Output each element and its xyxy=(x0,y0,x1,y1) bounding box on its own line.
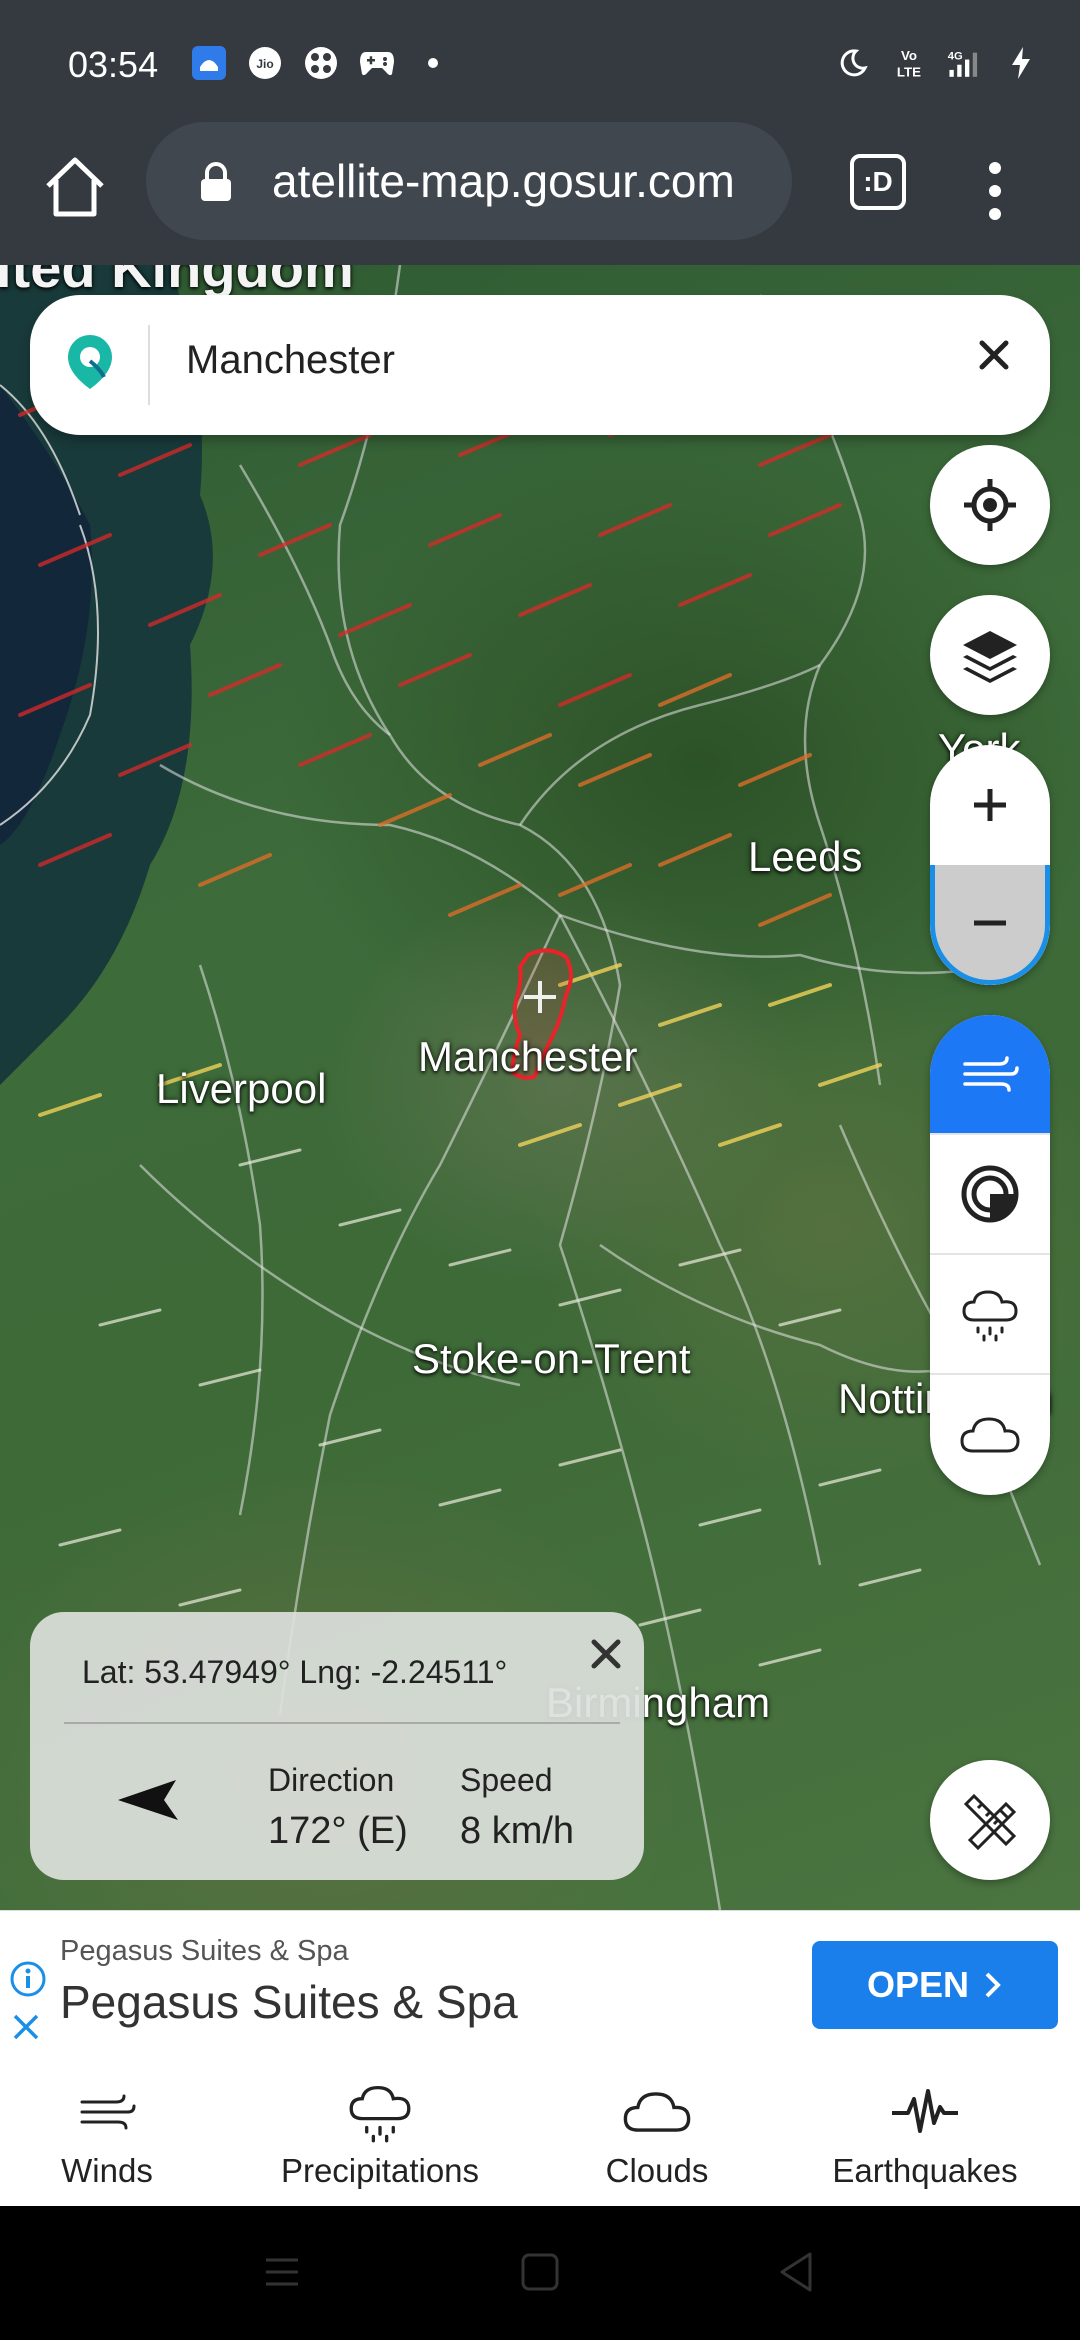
map-layers-button[interactable] xyxy=(930,595,1050,715)
map-label-stoke: Stoke-on-Trent xyxy=(412,1335,691,1382)
layers-icon xyxy=(963,631,1017,683)
wind-layer-button[interactable] xyxy=(930,1015,1050,1135)
wind-icon xyxy=(963,1056,1019,1092)
zoom-in-button[interactable] xyxy=(930,745,1050,865)
home-button[interactable] xyxy=(40,152,110,222)
browser-menu-button[interactable] xyxy=(980,156,1010,226)
zoom-controls xyxy=(930,745,1050,985)
coordinates-text: Lat: 53.47949° Lng: -2.24511° xyxy=(82,1654,508,1690)
ad-banner[interactable]: Pegasus Suites & Spa Pegasus Suites & Sp… xyxy=(0,1910,1080,2058)
precipitation-layer-button[interactable] xyxy=(930,1255,1050,1375)
search-input[interactable] xyxy=(186,325,966,395)
radar-layer-button[interactable] xyxy=(930,1135,1050,1255)
info-separator xyxy=(64,1722,620,1724)
seismograph-icon xyxy=(890,2082,960,2142)
ad-subtitle: Pegasus Suites & Spa xyxy=(60,1935,349,1967)
cloud-layer-button[interactable] xyxy=(930,1375,1050,1495)
status-time: 03:54 xyxy=(68,44,159,85)
back-triangle-icon xyxy=(780,2252,812,2292)
moon-icon xyxy=(834,44,872,82)
game-center-icon xyxy=(302,44,340,82)
tab-earthquakes-label: Earthquakes xyxy=(832,2152,1018,2189)
charging-icon xyxy=(1002,44,1040,82)
weather-layer-switcher xyxy=(930,1015,1050,1495)
ad-open-label: OPEN xyxy=(866,1964,970,2005)
chevron-right-icon xyxy=(985,1972,1001,1998)
svg-text:4G: 4G xyxy=(948,51,963,63)
svg-text:LTE: LTE xyxy=(897,64,921,79)
ad-close-icon[interactable] xyxy=(10,2011,42,2043)
plus-icon xyxy=(974,789,1006,821)
address-bar[interactable]: atellite-map.gosur.com xyxy=(146,122,792,240)
tab-winds-label: Winds xyxy=(61,2152,153,2189)
draw-tool-button[interactable] xyxy=(930,1760,1050,1880)
menu-lines-icon xyxy=(266,2258,298,2286)
signal-4g-icon: 4G xyxy=(946,44,984,82)
zoom-out-button[interactable] xyxy=(930,865,1050,985)
direction-value: 172° (E) xyxy=(268,1810,408,1852)
status-icons-left: Jio xyxy=(190,44,452,82)
tab-clouds[interactable]: Clouds xyxy=(590,2058,724,2206)
pencil-ruler-icon xyxy=(963,1793,1017,1850)
location-info-panel: Lat: 53.47949° Lng: -2.24511° Direction … xyxy=(30,1612,644,1880)
kebab-menu-icon xyxy=(989,162,1001,220)
location-pin-logo-icon xyxy=(60,331,120,391)
cloud-icon xyxy=(622,2082,692,2142)
status-icons-right: Vo LTE 4G xyxy=(834,44,1040,82)
dot-icon xyxy=(414,44,452,82)
lock-icon xyxy=(198,162,234,202)
rain-cloud-icon xyxy=(345,2082,415,2143)
jio-icon: Jio xyxy=(246,44,284,82)
search-divider xyxy=(148,325,150,405)
tab-switcher-button[interactable]: :D xyxy=(850,154,906,210)
wind-icon xyxy=(78,2082,136,2142)
cloud-icon xyxy=(960,1417,1020,1453)
ad-title[interactable]: Pegasus Suites & Spa xyxy=(60,1975,518,2029)
svg-text:Vo: Vo xyxy=(901,48,917,63)
browser-toolbar: atellite-map.gosur.com :D xyxy=(0,122,1080,265)
search-bar xyxy=(30,295,1050,435)
tab-earthquakes[interactable]: Earthquakes xyxy=(820,2058,1030,2206)
tab-clouds-label: Clouds xyxy=(605,2152,709,2189)
back-nav-button[interactable] xyxy=(776,2250,816,2299)
svg-text:Jio: Jio xyxy=(256,57,273,71)
recent-apps-button[interactable] xyxy=(262,2252,302,2297)
map-label-manchester: Manchester xyxy=(418,1033,638,1080)
volte-icon: Vo LTE xyxy=(890,44,928,82)
ad-open-button[interactable]: OPEN xyxy=(812,1941,1058,2029)
home-nav-button[interactable] xyxy=(520,2252,560,2297)
speed-value: 8 km/h xyxy=(460,1810,575,1852)
clear-search-button[interactable] xyxy=(974,335,1014,375)
tab-winds[interactable]: Winds xyxy=(30,2058,184,2206)
ad-info-icon[interactable] xyxy=(10,1961,46,1997)
my-location-button[interactable] xyxy=(930,445,1050,565)
direction-label: Direction xyxy=(268,1762,395,1798)
map-label-leeds: Leeds xyxy=(748,833,863,880)
minus-icon xyxy=(974,920,1006,925)
info-panel-close-button[interactable] xyxy=(588,1636,624,1672)
tab-precipitations-label: Precipitations xyxy=(280,2152,480,2189)
tab-precipitations[interactable]: Precipitations xyxy=(260,2058,500,2206)
close-icon xyxy=(591,1639,621,1669)
radar-icon xyxy=(961,1165,1019,1223)
app-notification-icon xyxy=(190,44,228,82)
gamepad-icon xyxy=(358,44,396,82)
screen: 03:54 Jio Vo LTE 4G atellite-map.gosur.c… xyxy=(0,0,1080,2340)
speed-label: Speed xyxy=(460,1762,553,1798)
wind-direction-arrow-icon xyxy=(110,1758,210,1838)
status-bar: 03:54 Jio Vo LTE 4G xyxy=(0,0,1080,130)
locate-icon xyxy=(964,479,1016,531)
system-navigation-bar xyxy=(0,2206,1080,2340)
rain-cloud-icon xyxy=(962,1290,1018,1342)
map-label-liverpool: Liverpool xyxy=(156,1065,327,1112)
url-text: atellite-map.gosur.com xyxy=(272,155,735,207)
bottom-tab-bar: Winds Precipitations Clouds Earthquakes xyxy=(0,2058,1080,2206)
home-icon xyxy=(46,157,104,217)
close-icon xyxy=(979,340,1009,370)
square-home-icon xyxy=(521,2253,559,2291)
